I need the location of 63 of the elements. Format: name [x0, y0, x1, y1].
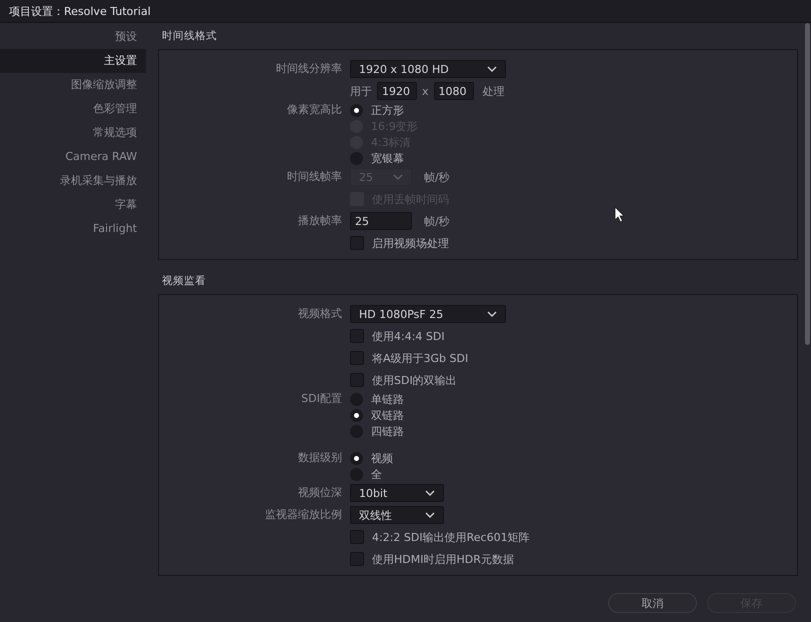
- section-title: 时间线格式: [161, 29, 218, 44]
- window-title: 项目设置：Resolve Tutorial: [9, 4, 151, 18]
- sidebar-item[interactable]: 常规选项: [0, 121, 148, 145]
- checkbox-label: 使用SDI的双输出: [372, 372, 457, 388]
- separator-label: x: [422, 84, 429, 98]
- field-label: 监视器缩放比例: [264, 507, 343, 523]
- input-field[interactable]: 25: [350, 212, 412, 230]
- field-label: 视频位深: [297, 485, 343, 501]
- field-label: 数据级别: [297, 450, 343, 466]
- checkbox[interactable]: [350, 351, 364, 365]
- radio-button[interactable]: [350, 452, 363, 464]
- sidebar-item[interactable]: 预设: [0, 25, 148, 49]
- checkbox[interactable]: [350, 552, 364, 566]
- field-label: 时间线帧率: [286, 169, 343, 185]
- dropdown[interactable]: 10bit: [350, 484, 444, 502]
- field-label: 播放帧率: [297, 213, 343, 229]
- sidebar-item[interactable]: 录机采集与播放: [0, 169, 148, 193]
- unit-label: 帧/秒: [424, 214, 450, 228]
- option-label: 单链路: [371, 392, 404, 406]
- checkbox-label: 启用视频场处理: [372, 236, 449, 250]
- sidebar-item[interactable]: 色彩管理: [0, 97, 148, 121]
- sidebar-item[interactable]: 字幕: [0, 193, 148, 217]
- radio-button[interactable]: [350, 104, 363, 116]
- dropdown[interactable]: 1920 x 1080 HD: [350, 60, 506, 78]
- unit-label: 处理: [482, 84, 505, 98]
- sidebar-item[interactable]: 图像缩放调整: [0, 73, 148, 97]
- field-label: SDI配置: [300, 391, 343, 407]
- chevron-down-icon: [487, 311, 497, 317]
- input-field[interactable]: 1080: [434, 82, 474, 100]
- section-title: 视频监看: [161, 274, 207, 289]
- input-field[interactable]: 1920: [377, 82, 417, 100]
- chevron-down-icon: [393, 174, 403, 180]
- dialog-button[interactable]: 取消: [608, 593, 697, 613]
- unit-label: 帧/秒: [424, 170, 450, 184]
- scrollbar[interactable]: [805, 23, 810, 345]
- checkbox[interactable]: [350, 329, 364, 343]
- option-label: 四链路: [371, 424, 404, 438]
- option-label: 正方形: [371, 102, 404, 118]
- field-label: 视频格式: [297, 306, 343, 322]
- sidebar-item[interactable]: 主设置: [0, 49, 146, 73]
- option-label: 宽银幕: [371, 150, 404, 166]
- option-label: 双链路: [371, 408, 404, 422]
- checkbox-label: 使用HDMI时启用HDR元数据: [372, 552, 514, 566]
- option-label: 视频: [371, 450, 393, 466]
- field-label: 时间线分辨率: [275, 61, 343, 77]
- pointer-icon: [614, 206, 625, 223]
- checkbox-label: 使用4:4:4 SDI: [372, 328, 445, 344]
- field-label: 用于: [350, 84, 372, 98]
- sidebar-item[interactable]: Camera RAW: [0, 145, 148, 169]
- field-label: 像素宽高比: [286, 102, 343, 118]
- option-label: 全: [371, 466, 382, 482]
- checkbox-label: 4:2:2 SDI输出使用Rec601矩阵: [372, 530, 530, 544]
- checkbox[interactable]: [350, 373, 364, 387]
- checkbox-label: 将A级用于3Gb SDI: [372, 350, 468, 366]
- chevron-down-icon: [425, 512, 435, 518]
- chevron-down-icon: [487, 66, 497, 72]
- checkbox[interactable]: [350, 530, 364, 544]
- dropdown[interactable]: 双线性: [350, 506, 444, 524]
- radio-button[interactable]: [350, 408, 363, 422]
- dropdown[interactable]: HD 1080PsF 25: [350, 305, 506, 323]
- sidebar-item[interactable]: Fairlight: [0, 217, 148, 241]
- chevron-down-icon: [425, 490, 435, 496]
- checkbox[interactable]: [350, 236, 364, 250]
